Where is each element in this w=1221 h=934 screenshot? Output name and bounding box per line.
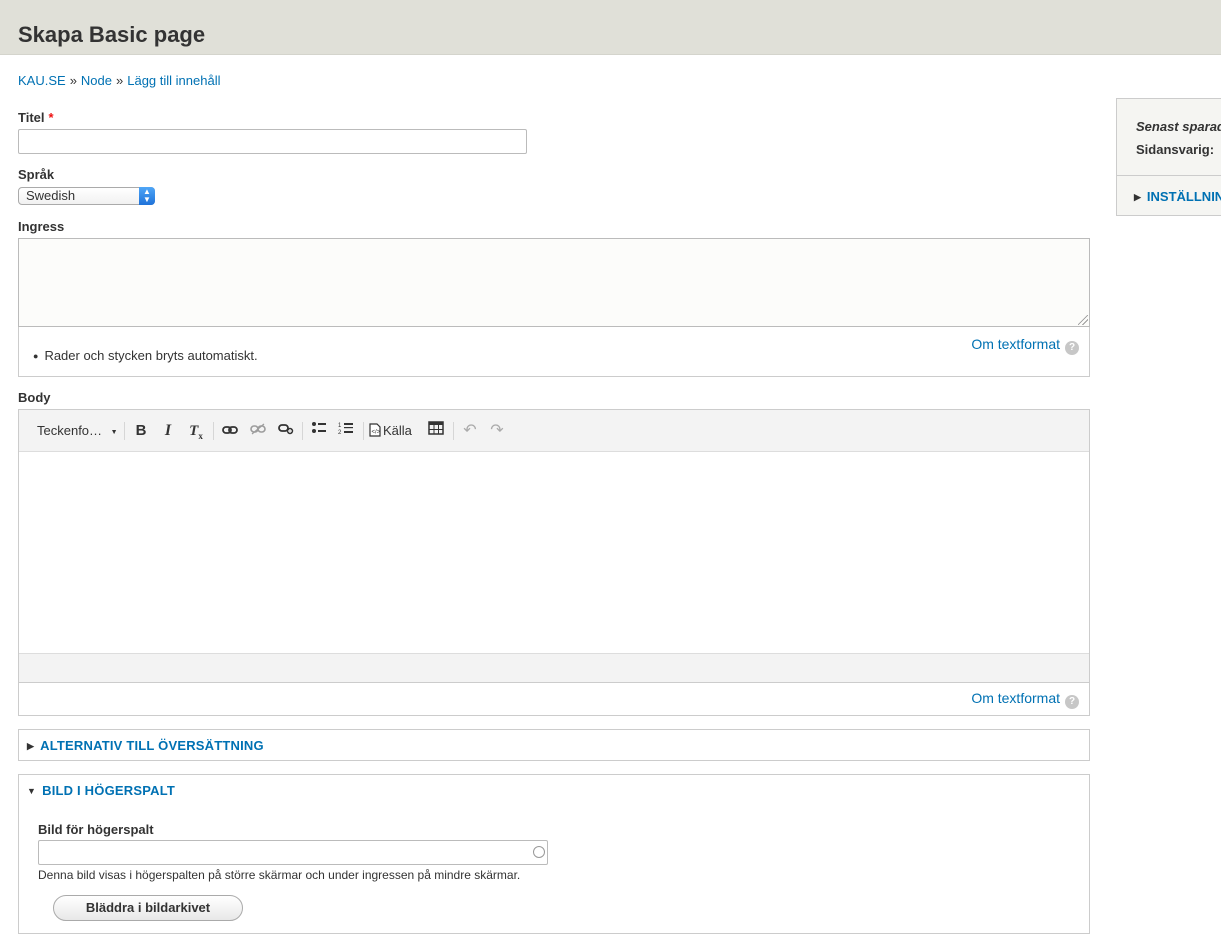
toolbar-separator xyxy=(213,422,214,440)
body-format-help: Om textformat? xyxy=(971,689,1079,709)
meta-sidebar: Senast sparad: Sidansvarig: ▶ INSTÄLLNING… xyxy=(1116,98,1221,216)
body-editor-content[interactable] xyxy=(19,453,1089,653)
format-tip-text: Rader och stycken bryts automatiskt. xyxy=(44,348,258,363)
ingress-format-help: Om textformat? xyxy=(971,335,1079,355)
font-format-dropdown[interactable]: Teckenfo… ▼ xyxy=(29,421,119,441)
expanded-triangle-icon: ▼ xyxy=(27,786,37,796)
select-arrows-icon: ▲ ▼ xyxy=(139,187,155,205)
link-icon[interactable] xyxy=(219,421,241,441)
bulleted-list-icon[interactable] xyxy=(308,421,330,441)
font-format-label: Teckenfo… xyxy=(37,423,103,438)
image-field-input[interactable] xyxy=(38,840,548,865)
breadcrumb-home-link[interactable]: KAU.SE xyxy=(18,73,66,88)
last-saved-label: Senast sparad: xyxy=(1136,119,1221,134)
translation-fieldset: ▶ ALTERNATIV TILL ÖVERSÄTTNING xyxy=(18,729,1090,761)
language-select[interactable]: Swedish ▲ ▼ xyxy=(18,187,155,205)
svg-text:2: 2 xyxy=(338,430,342,435)
redo-icon[interactable]: ↷ xyxy=(486,421,508,441)
italic-icon[interactable]: I xyxy=(158,421,178,441)
breadcrumb-node-link[interactable]: Node xyxy=(81,73,112,88)
svg-text:</>: </> xyxy=(372,430,381,436)
editor-toolbar: Teckenfo… ▼ B I Tx 12 </> Källa ↶ ↷ xyxy=(19,410,1089,452)
language-select-value: Swedish xyxy=(26,188,76,203)
toolbar-separator xyxy=(302,422,303,440)
collapsed-triangle-icon: ▶ xyxy=(1134,192,1141,202)
toolbar-separator xyxy=(124,422,125,440)
remove-format-icon[interactable]: Tx xyxy=(185,421,207,441)
body-format-box: Om textformat? xyxy=(18,683,1090,716)
translation-title: ALTERNATIV TILL ÖVERSÄTTNING xyxy=(40,738,264,753)
language-label: Språk xyxy=(18,167,55,182)
editor-status-bar xyxy=(19,653,1089,682)
settings-toggle[interactable]: ▶ INSTÄLLNINGAR xyxy=(1134,189,1221,204)
bold-icon[interactable]: B xyxy=(131,421,151,441)
required-marker: * xyxy=(48,110,54,125)
unlink-icon[interactable] xyxy=(247,421,269,441)
page-header: Skapa Basic page xyxy=(0,0,1221,55)
breadcrumb-separator: » xyxy=(69,73,77,88)
title-label: Titel * xyxy=(18,110,54,126)
ingress-format-link[interactable]: Om textformat xyxy=(971,336,1060,352)
page-owner-label: Sidansvarig: xyxy=(1136,142,1215,157)
numbered-list-icon[interactable]: 12 xyxy=(335,421,357,441)
title-label-text: Titel xyxy=(18,110,45,125)
help-icon[interactable]: ? xyxy=(1065,341,1079,355)
autocomplete-throbber-icon xyxy=(533,846,545,858)
body-label: Body xyxy=(18,390,51,405)
settings-title: INSTÄLLNINGAR xyxy=(1146,189,1221,204)
body-editor: Teckenfo… ▼ B I Tx 12 </> Källa ↶ ↷ xyxy=(18,409,1090,683)
collapsed-triangle-icon: ▶ xyxy=(27,741,35,751)
image-field-description: Denna bild visas i högerspalten på störr… xyxy=(38,868,521,882)
ingress-label: Ingress xyxy=(18,219,65,234)
translation-toggle[interactable]: ▶ ALTERNATIV TILL ÖVERSÄTTNING xyxy=(27,738,264,753)
resize-grip-icon[interactable] xyxy=(1078,315,1088,325)
ingress-format-box: ● Rader och stycken bryts automatiskt. Om… xyxy=(18,327,1090,377)
source-button[interactable]: </> Källa xyxy=(369,421,419,441)
image-section-toggle[interactable]: ▼ BILD I HÖGERSPALT xyxy=(27,783,175,798)
format-tip: ● Rader och stycken bryts automatiskt. xyxy=(33,348,258,363)
help-icon[interactable]: ? xyxy=(1065,695,1079,709)
breadcrumb-separator: » xyxy=(116,73,124,88)
source-label: Källa xyxy=(383,423,412,438)
svg-text:1: 1 xyxy=(338,423,342,429)
undo-icon[interactable]: ↶ xyxy=(459,421,481,441)
image-section-title: BILD I HÖGERSPALT xyxy=(42,783,176,798)
page-title: Skapa Basic page xyxy=(18,22,206,47)
source-icon: </> xyxy=(369,423,381,443)
table-icon[interactable] xyxy=(425,421,447,441)
body-format-link[interactable]: Om textformat xyxy=(971,690,1060,706)
toolbar-separator xyxy=(363,422,364,440)
breadcrumb-add-content-link[interactable]: Lägg till innehåll xyxy=(127,73,220,88)
dropdown-caret-icon: ▼ xyxy=(110,429,118,436)
browse-image-library-button[interactable]: Bläddra i bildarkivet xyxy=(53,895,243,921)
toolbar-separator xyxy=(453,422,454,440)
image-field-label: Bild för högerspalt xyxy=(38,822,154,837)
ingress-textarea[interactable] xyxy=(18,238,1090,327)
bullet-icon: ● xyxy=(33,351,39,361)
anchor-icon[interactable] xyxy=(275,421,297,441)
image-fieldset: ▼ BILD I HÖGERSPALT Bild för högerspalt D… xyxy=(18,774,1090,934)
title-input[interactable] xyxy=(18,129,527,154)
sidebar-divider xyxy=(1117,175,1221,176)
breadcrumb: KAU.SE» Node» Lägg till innehåll xyxy=(18,72,220,90)
